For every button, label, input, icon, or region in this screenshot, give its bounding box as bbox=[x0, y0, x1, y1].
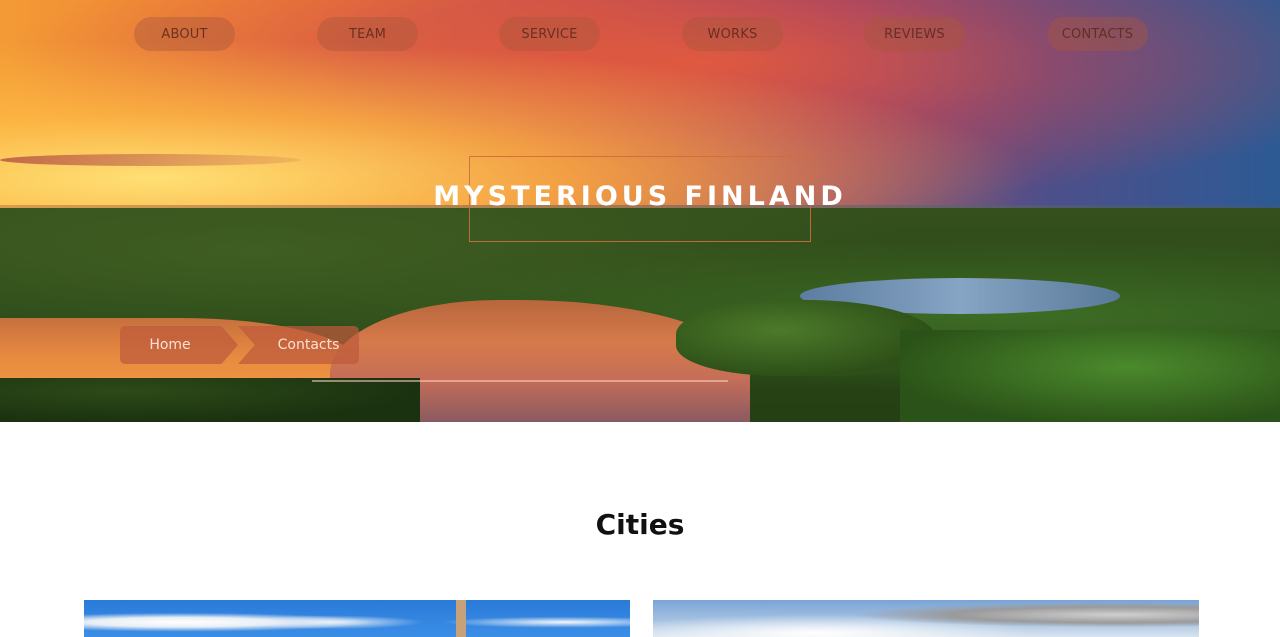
hero-banner: ABOUT TEAM SERVICE WORKS REVIEWS CONTACT… bbox=[0, 0, 1280, 422]
foreground-trees-right bbox=[900, 330, 1280, 422]
city-card-image[interactable] bbox=[84, 600, 630, 637]
nav-item-works[interactable]: WORKS bbox=[682, 17, 783, 51]
breadcrumb-home[interactable]: Home bbox=[120, 326, 238, 364]
forest-island bbox=[676, 300, 936, 376]
breadcrumb-current: Contacts bbox=[238, 326, 359, 364]
divider-line bbox=[312, 380, 728, 382]
tree-trunk bbox=[456, 600, 466, 637]
nav-item-contacts[interactable]: CONTACTS bbox=[1047, 17, 1148, 51]
section-title: Cities bbox=[595, 508, 685, 541]
cloud-streak bbox=[0, 154, 300, 166]
top-navigation: ABOUT TEAM SERVICE WORKS REVIEWS CONTACT… bbox=[0, 17, 1280, 51]
nav-item-reviews[interactable]: REVIEWS bbox=[864, 17, 965, 51]
foreground-trees bbox=[0, 378, 420, 422]
page-title: MYSTERIOUS FINLAND bbox=[433, 181, 847, 212]
nav-item-service[interactable]: SERVICE bbox=[499, 17, 600, 51]
nav-item-team[interactable]: TEAM bbox=[317, 17, 418, 51]
nav-item-about[interactable]: ABOUT bbox=[134, 17, 235, 51]
city-card-image[interactable] bbox=[653, 600, 1199, 637]
